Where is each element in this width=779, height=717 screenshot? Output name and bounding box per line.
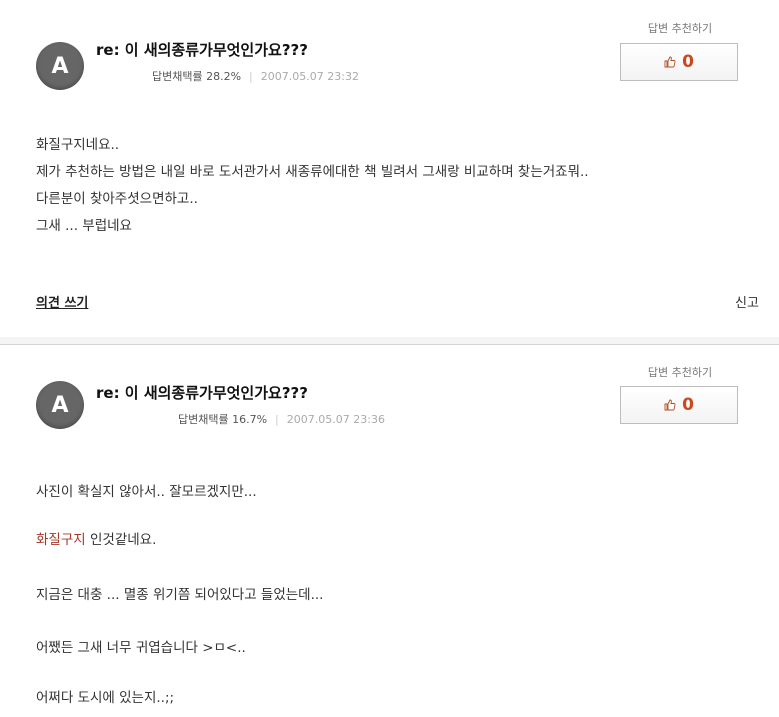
highlighted-text: 화질구지	[36, 532, 86, 548]
answer-separator	[0, 337, 779, 344]
write-opinion-link[interactable]: 의견 쓰기	[36, 292, 88, 311]
answer-meta: 답변채택률 28.2% | 2007.05.07 23:32	[152, 68, 359, 84]
body-line: 화질구지 인것같네요.	[36, 528, 156, 548]
avatar: A	[36, 381, 84, 429]
recommend-count: 0	[682, 395, 694, 415]
body-line: 화질구지네요..	[36, 137, 120, 153]
body-line: 제가 추천하는 방법은 내일 바로 도서관가서 새종류에대한 책 빌려서 그새랑…	[36, 164, 589, 180]
body-line: 다른분이 찾아주셧으면하고..	[36, 191, 198, 207]
body-line: 지금은 대충 ... 멸종 위기쯤 되어있다고 들었는데...	[36, 587, 324, 603]
avatar: A	[36, 42, 84, 90]
body-line: 어쩌다 도시에 있는지..;;	[36, 690, 175, 706]
body-line: 사진이 확실지 않아서.. 잘모르겠지만...	[36, 484, 257, 500]
answer-title: re: 이 새의종류가무엇인가요???	[96, 384, 308, 402]
meta-divider: |	[249, 70, 253, 83]
thumbs-up-icon	[664, 399, 676, 411]
answer-card-1: A re: 이 새의종류가무엇인가요??? 답변채택률 28.2% | 2007.0…	[0, 0, 779, 338]
body-text: 인것같네요.	[85, 532, 157, 548]
adoption-rate: 답변채택률 16.7%	[178, 413, 268, 426]
body-line: 그새 ... 부럽네요	[36, 218, 132, 234]
answer-meta: 답변채택률 16.7% | 2007.05.07 23:36	[178, 411, 385, 427]
answer-date: 2007.05.07 23:32	[260, 70, 359, 83]
recommend-button[interactable]: 0	[620, 386, 738, 424]
meta-divider: |	[275, 413, 279, 426]
answer-card-2: A re: 이 새의종류가무엇인가요??? 답변채택률 16.7% | 2007.0…	[0, 344, 779, 717]
report-link[interactable]: 신고	[735, 292, 759, 311]
thumbs-up-icon	[664, 56, 676, 68]
answer-date: 2007.05.07 23:36	[286, 413, 385, 426]
answer-title: re: 이 새의종류가무엇인가요???	[96, 41, 308, 59]
recommend-label: 답변 추천하기	[647, 366, 713, 379]
adoption-rate: 답변채택률 28.2%	[152, 70, 242, 83]
recommend-count: 0	[682, 52, 694, 72]
recommend-label: 답변 추천하기	[647, 22, 713, 35]
recommend-button[interactable]: 0	[620, 43, 738, 81]
body-line: 어쨌든 그새 너무 귀엽습니다 >ㅁ<..	[36, 640, 246, 656]
